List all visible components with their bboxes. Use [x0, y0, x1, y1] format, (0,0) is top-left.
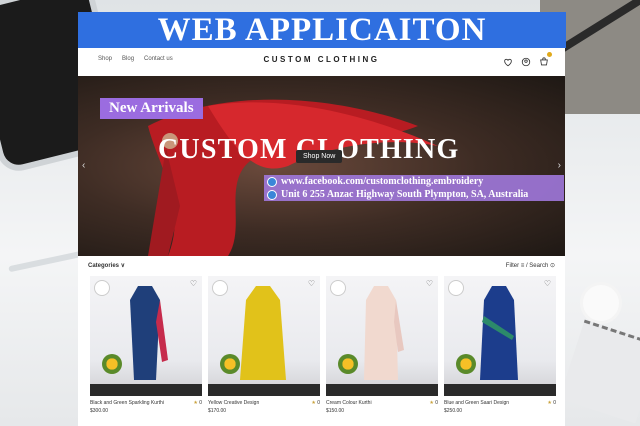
garment-image: [364, 286, 404, 380]
product-image[interactable]: ♡: [444, 276, 556, 396]
product-name[interactable]: Blue and Green Saari Design: [444, 400, 509, 406]
product-image[interactable]: ♡: [90, 276, 202, 396]
shop-logo-icon: [94, 280, 110, 296]
product-name[interactable]: Black and Green Sparkling Kurthi: [90, 400, 164, 406]
star-icon: ★: [193, 400, 198, 406]
product-name[interactable]: Yellow Creative Design: [208, 400, 259, 406]
user-icon[interactable]: [521, 54, 531, 72]
product-rating: ★ 0: [429, 400, 438, 406]
wishlist-heart-icon[interactable]: ♡: [190, 279, 197, 288]
flower-pot-image: [102, 354, 122, 374]
product-grid: ♡ Black and Green Sparkling Kurthi $300.…: [90, 276, 556, 418]
wishlist-heart-icon[interactable]: ♡: [308, 279, 315, 288]
garment-image: [240, 286, 286, 380]
product-rating: ★ 0: [547, 400, 556, 406]
address-row: Unit 6 255 Anzac Highway South Plympton,…: [264, 188, 564, 201]
new-arrivals-badge: New Arrivals: [100, 98, 203, 119]
app-window: Shop Blog Contact us CUSTOM CLOTHING ‹ ›…: [78, 48, 565, 426]
flower-pot-image: [338, 354, 358, 374]
hero-next-arrow[interactable]: ›: [558, 160, 561, 171]
product-card[interactable]: ♡ Blue and Green Saari Design $250.00 ★ …: [444, 276, 556, 418]
hero-prev-arrow[interactable]: ‹: [82, 160, 85, 171]
flower-pot-image: [220, 354, 240, 374]
earphone-image: [580, 282, 622, 324]
shop-logo-icon: [212, 280, 228, 296]
product-card[interactable]: ♡ Cream Colour Kurthi $150.00 ★ 0: [326, 276, 438, 418]
shop-logo-icon: [330, 280, 346, 296]
filter-search-controls[interactable]: Filter ≡ / Search ⊙: [506, 262, 555, 269]
brand-logo-text[interactable]: CUSTOM CLOTHING: [78, 55, 565, 64]
address-text: Unit 6 255 Anzac Highway South Plympton,…: [281, 189, 529, 200]
cart-count-badge: [547, 52, 552, 57]
hero-slider[interactable]: ‹ › New Arrivals CUSTOM CLOTHING Shop No…: [78, 76, 565, 256]
star-icon: ★: [547, 400, 552, 406]
cart-icon[interactable]: [539, 52, 552, 72]
facebook-link[interactable]: www.facebook.com/customclothing.embroide…: [281, 176, 483, 187]
categories-dropdown[interactable]: Categories ∨: [88, 262, 125, 269]
heart-icon[interactable]: [503, 54, 513, 72]
product-rating: ★ 0: [311, 400, 320, 406]
catalog-toolbar: Categories ∨ Filter ≡ / Search ⊙: [88, 261, 555, 273]
shop-logo-icon: [448, 280, 464, 296]
facebook-row[interactable]: www.facebook.com/customclothing.embroide…: [264, 175, 564, 188]
product-price: $150.00: [326, 408, 345, 414]
star-icon: ★: [311, 400, 316, 406]
flower-pot-image: [456, 354, 476, 374]
product-price: $170.00: [208, 408, 227, 414]
contact-info-box: www.facebook.com/customclothing.embroide…: [264, 175, 564, 201]
product-card[interactable]: ♡ Yellow Creative Design $170.00 ★ 0: [208, 276, 320, 418]
wishlist-heart-icon[interactable]: ♡: [426, 279, 433, 288]
product-price: $300.00: [90, 408, 109, 414]
product-rating: ★ 0: [193, 400, 202, 406]
garment-image: [130, 286, 168, 380]
top-nav: Shop Blog Contact us CUSTOM CLOTHING: [78, 48, 565, 73]
shop-now-button[interactable]: Shop Now: [296, 150, 343, 163]
location-pin-icon: [267, 189, 277, 200]
nav-icons: [503, 52, 552, 72]
title-banner: WEB APPLICAITON: [78, 12, 566, 48]
garment-image: [480, 286, 518, 380]
product-price: $250.00: [444, 408, 463, 414]
product-image[interactable]: ♡: [326, 276, 438, 396]
banner-title: WEB APPLICAITON: [157, 11, 487, 48]
globe-icon: [267, 176, 277, 187]
product-image[interactable]: ♡: [208, 276, 320, 396]
product-name[interactable]: Cream Colour Kurthi: [326, 400, 372, 406]
wishlist-heart-icon[interactable]: ♡: [544, 279, 551, 288]
star-icon: ★: [429, 400, 434, 406]
product-card[interactable]: ♡ Black and Green Sparkling Kurthi $300.…: [90, 276, 202, 418]
